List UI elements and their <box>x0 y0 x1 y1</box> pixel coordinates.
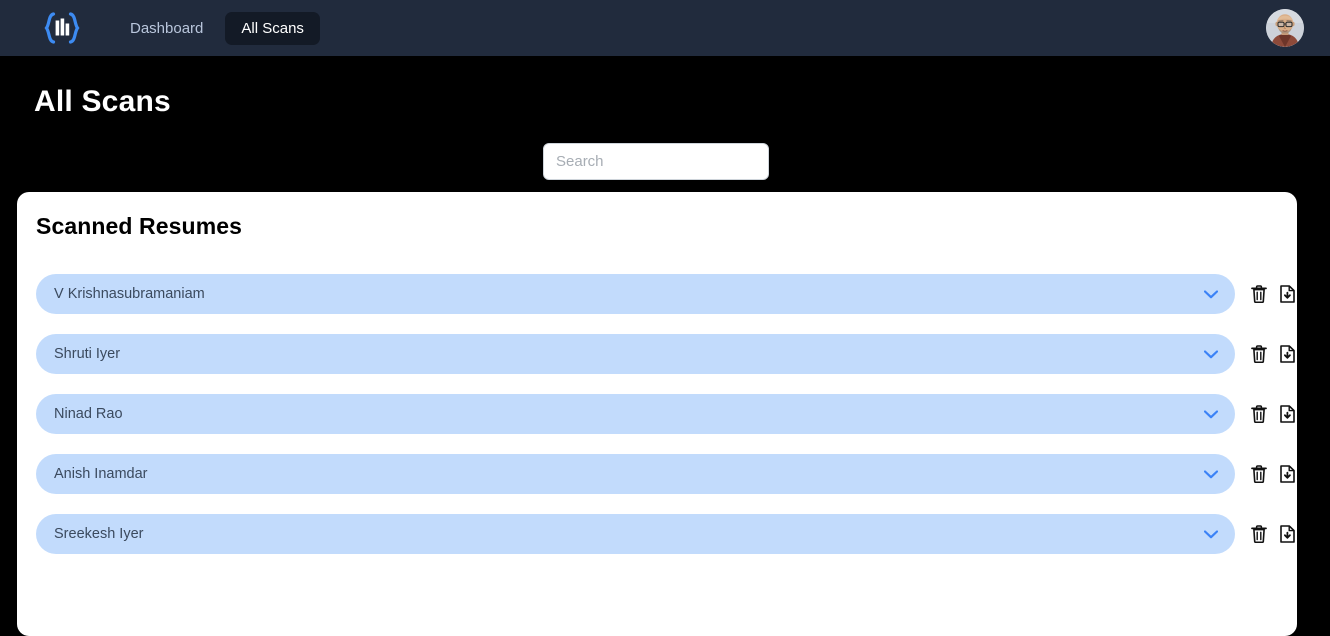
trash-icon[interactable] <box>1249 283 1269 305</box>
top-navbar: Dashboard All Scans <box>0 0 1330 56</box>
brand-logo[interactable] <box>40 10 84 46</box>
chevron-down-icon[interactable] <box>1203 466 1219 482</box>
resume-name: Shruti Iyer <box>54 346 1203 362</box>
row-actions <box>1249 343 1297 365</box>
nav-links: Dashboard All Scans <box>114 12 320 45</box>
row-actions <box>1249 283 1297 305</box>
resume-name: Anish Inamdar <box>54 466 1203 482</box>
page-title: All Scans <box>34 85 171 119</box>
chevron-down-icon[interactable] <box>1203 526 1219 542</box>
table-row: Shruti Iyer <box>17 334 1297 374</box>
resume-name: Sreekesh Iyer <box>54 526 1203 542</box>
nav-link-all-scans[interactable]: All Scans <box>225 12 320 45</box>
table-row: V Krishnasubramaniam <box>17 274 1297 314</box>
trash-icon[interactable] <box>1249 463 1269 485</box>
chevron-down-icon[interactable] <box>1203 286 1219 302</box>
chevron-down-icon[interactable] <box>1203 406 1219 422</box>
file-download-icon[interactable] <box>1277 523 1297 545</box>
table-row: Anish Inamdar <box>17 454 1297 494</box>
trash-icon[interactable] <box>1249 343 1269 365</box>
resume-name: V Krishnasubramaniam <box>54 286 1203 302</box>
search-input[interactable] <box>543 143 769 180</box>
card-title: Scanned Resumes <box>36 213 242 240</box>
trash-icon[interactable] <box>1249 403 1269 425</box>
bar-chart-braces-logo-icon <box>40 11 84 45</box>
scanned-resumes-card: Scanned Resumes V Krishnasubramaniam <box>17 192 1297 636</box>
file-download-icon[interactable] <box>1277 463 1297 485</box>
page-body: All Scans Scanned Resumes V Krishnasubra… <box>0 56 1330 614</box>
file-download-icon[interactable] <box>1277 403 1297 425</box>
table-row: Ninad Rao <box>17 394 1297 434</box>
resume-pill[interactable]: Sreekesh Iyer <box>36 514 1235 554</box>
avatar[interactable] <box>1266 9 1304 47</box>
table-row: Sreekesh Iyer <box>17 514 1297 554</box>
resume-pill[interactable]: Anish Inamdar <box>36 454 1235 494</box>
chevron-down-icon[interactable] <box>1203 346 1219 362</box>
row-actions <box>1249 463 1297 485</box>
search-field-wrapper <box>543 143 769 180</box>
resume-pill[interactable]: V Krishnasubramaniam <box>36 274 1235 314</box>
row-actions <box>1249 523 1297 545</box>
resume-name: Ninad Rao <box>54 406 1203 422</box>
user-avatar-photo-icon <box>1266 9 1304 47</box>
file-download-icon[interactable] <box>1277 283 1297 305</box>
resume-pill[interactable]: Ninad Rao <box>36 394 1235 434</box>
resume-pill[interactable]: Shruti Iyer <box>36 334 1235 374</box>
row-actions <box>1249 403 1297 425</box>
resume-list: V Krishnasubramaniam Shruti Iyer <box>17 274 1297 574</box>
file-download-icon[interactable] <box>1277 343 1297 365</box>
nav-link-dashboard[interactable]: Dashboard <box>114 12 219 45</box>
trash-icon[interactable] <box>1249 523 1269 545</box>
